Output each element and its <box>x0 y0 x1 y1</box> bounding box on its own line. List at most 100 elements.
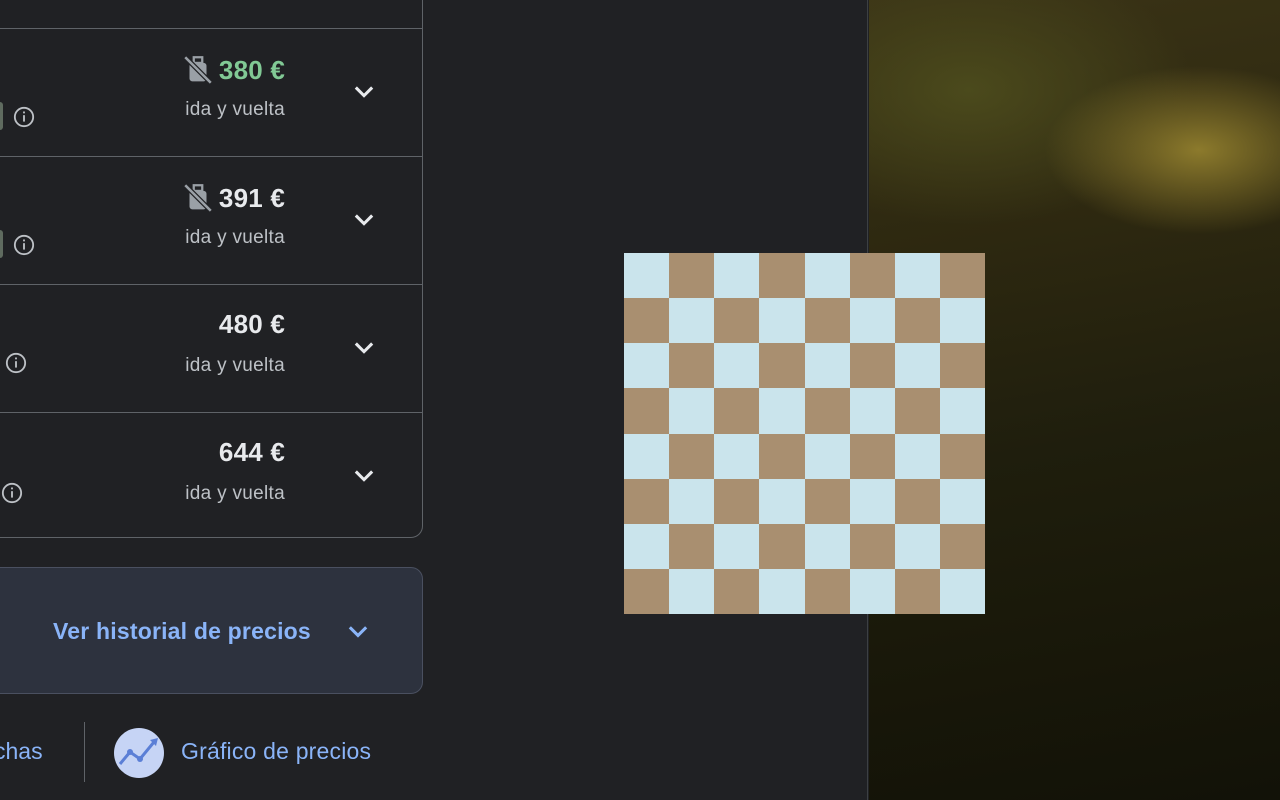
checker-tile <box>669 388 715 434</box>
chevron-down-icon[interactable] <box>350 77 378 105</box>
checker-tile <box>759 433 805 479</box>
checker-tile <box>894 433 940 479</box>
checker-tile <box>939 343 985 389</box>
checker-tile <box>669 343 715 389</box>
checker-tile <box>939 478 985 524</box>
checker-tile <box>669 433 715 479</box>
info-icon[interactable] <box>13 106 35 128</box>
result-row[interactable]: 644 € ida y vuelta <box>0 412 422 537</box>
checker-tile <box>939 523 985 569</box>
checker-tile <box>624 343 670 389</box>
checker-tile <box>714 388 760 434</box>
price-history-toggle[interactable]: Ver historial de precios <box>0 567 423 694</box>
checker-tile <box>939 298 985 344</box>
no-carry-on-bag-icon <box>183 183 213 213</box>
checker-tile <box>759 523 805 569</box>
checker-tile <box>714 298 760 344</box>
checker-tile <box>669 478 715 524</box>
chevron-down-icon[interactable] <box>344 618 372 646</box>
checker-tile <box>759 478 805 524</box>
checker-tile <box>849 433 895 479</box>
checker-tile <box>894 388 940 434</box>
checker-tile <box>849 343 895 389</box>
checker-tile <box>849 568 895 614</box>
dates-tab-label[interactable]: chas <box>0 738 43 765</box>
checker-tile <box>849 388 895 434</box>
checker-tile <box>894 298 940 344</box>
checker-tile <box>849 298 895 344</box>
price-history-label: Ver historial de precios <box>53 618 311 644</box>
checker-tile <box>804 343 850 389</box>
info-icon[interactable] <box>13 234 35 256</box>
info-icon[interactable] <box>5 352 27 374</box>
price-line: 380 € <box>181 53 285 87</box>
result-row[interactable]: 480 € ida y vuelta <box>0 284 422 412</box>
checker-tile <box>849 253 895 299</box>
checker-tile <box>624 568 670 614</box>
price-value: 380 € <box>218 54 285 85</box>
checker-tile <box>669 523 715 569</box>
trip-type: ida y vuelta <box>185 227 285 248</box>
price-graph-icon[interactable] <box>114 728 164 778</box>
checker-tile <box>624 253 670 299</box>
checker-tile <box>624 433 670 479</box>
checker-tile <box>759 343 805 389</box>
checker-tile <box>894 478 940 524</box>
checker-tile <box>804 478 850 524</box>
checker-tile <box>804 433 850 479</box>
checker-tile <box>894 253 940 299</box>
checker-tile <box>939 433 985 479</box>
checker-tile <box>759 388 805 434</box>
checker-tile <box>669 298 715 344</box>
checker-tile <box>669 253 715 299</box>
price-line: 644 € <box>219 437 285 468</box>
result-row[interactable]: 380 € ida y vuelta <box>0 28 422 156</box>
checker-tile <box>624 298 670 344</box>
trip-type: ida y vuelta <box>185 99 285 120</box>
checker-tile <box>894 523 940 569</box>
chevron-down-icon[interactable] <box>350 333 378 361</box>
chevron-down-icon[interactable] <box>350 461 378 489</box>
checker-tile <box>759 253 805 299</box>
chevron-down-icon[interactable] <box>350 205 378 233</box>
checker-tile <box>894 343 940 389</box>
price-line: 391 € <box>181 181 285 215</box>
divider <box>84 722 85 782</box>
checker-tile <box>894 568 940 614</box>
checker-tile <box>759 298 805 344</box>
checker-tile <box>849 523 895 569</box>
trip-type: ida y vuelta <box>185 483 285 504</box>
checker-tile <box>939 253 985 299</box>
checker-tile <box>849 478 895 524</box>
info-icon[interactable] <box>1 482 23 504</box>
checker-tile <box>714 523 760 569</box>
checker-tile <box>804 253 850 299</box>
checker-tile <box>804 523 850 569</box>
checker-tile <box>804 388 850 434</box>
checker-tile <box>714 253 760 299</box>
checker-tile <box>714 568 760 614</box>
checker-tile <box>714 478 760 524</box>
checker-tile <box>804 298 850 344</box>
checker-tile <box>669 568 715 614</box>
checker-tile <box>714 433 760 479</box>
result-row[interactable]: 391 € ida y vuelta <box>0 156 422 284</box>
checker-tile <box>939 388 985 434</box>
checker-tile <box>624 523 670 569</box>
price-graph-label[interactable]: Gráfico de precios <box>181 738 371 765</box>
badge-edge <box>0 102 3 130</box>
checker-tile <box>714 343 760 389</box>
price-value: 480 € <box>218 309 285 339</box>
price-line: 480 € <box>219 309 285 340</box>
no-carry-on-bag-icon <box>183 55 213 85</box>
results-list: 380 € ida y vuelta 391 € ida y vuelta 48… <box>0 0 423 538</box>
price-value: 391 € <box>218 182 285 213</box>
badge-edge <box>0 230 3 258</box>
checkerboard-image <box>624 253 985 614</box>
checker-tile <box>939 568 985 614</box>
trip-type: ida y vuelta <box>185 355 285 376</box>
price-value: 644 € <box>218 437 285 467</box>
checker-tile <box>624 388 670 434</box>
checker-tile <box>804 568 850 614</box>
checker-tile <box>624 478 670 524</box>
